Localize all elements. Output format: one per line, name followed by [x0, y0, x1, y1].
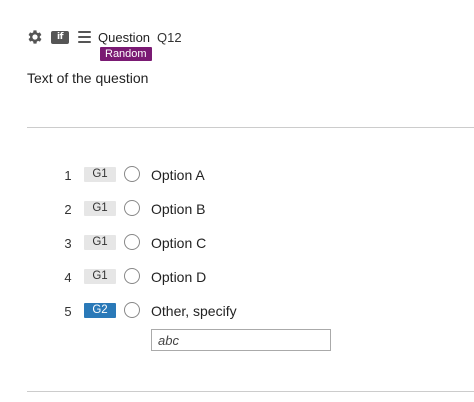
option-radio[interactable] — [124, 302, 140, 318]
if-icon[interactable]: if — [51, 30, 69, 44]
option-label[interactable]: Option A — [151, 167, 205, 183]
option-number: 2 — [64, 202, 72, 217]
option-radio[interactable] — [124, 234, 140, 250]
group-tag: G1 — [84, 235, 116, 250]
option-row: 5 G2 Other, specify — [0, 301, 474, 323]
menu-icon[interactable] — [78, 31, 91, 43]
question-id: Q12 — [157, 29, 182, 45]
option-label[interactable]: Option B — [151, 201, 205, 217]
random-badge: Random — [100, 47, 152, 61]
option-row: 4 G1 Option D — [0, 267, 474, 289]
option-label[interactable]: Option C — [151, 235, 206, 251]
option-number: 5 — [64, 304, 72, 319]
option-radio[interactable] — [124, 166, 140, 182]
option-row: 3 G1 Option C — [0, 233, 474, 255]
option-row: 1 G1 Option A — [0, 165, 474, 187]
option-number: 1 — [64, 168, 72, 183]
divider-top — [27, 127, 474, 128]
group-tag: G1 — [84, 201, 116, 216]
option-row: 2 G1 Option B — [0, 199, 474, 221]
question-editor: if Question Q12 Random Text of the quest… — [0, 0, 474, 402]
group-tag: G2 — [84, 303, 116, 318]
group-tag: G1 — [84, 269, 116, 284]
option-label[interactable]: Option D — [151, 269, 206, 285]
question-header: if Question Q12 — [26, 27, 182, 47]
divider-bottom — [27, 391, 474, 392]
option-radio[interactable] — [124, 268, 140, 284]
group-tag: G1 — [84, 167, 116, 182]
option-radio[interactable] — [124, 200, 140, 216]
gear-icon[interactable] — [26, 28, 44, 46]
question-text[interactable]: Text of the question — [27, 70, 148, 86]
option-number: 4 — [64, 270, 72, 285]
option-label[interactable]: Other, specify — [151, 303, 237, 319]
question-label: Question — [98, 29, 151, 45]
specify-input[interactable] — [151, 329, 331, 351]
option-number: 3 — [64, 236, 72, 251]
